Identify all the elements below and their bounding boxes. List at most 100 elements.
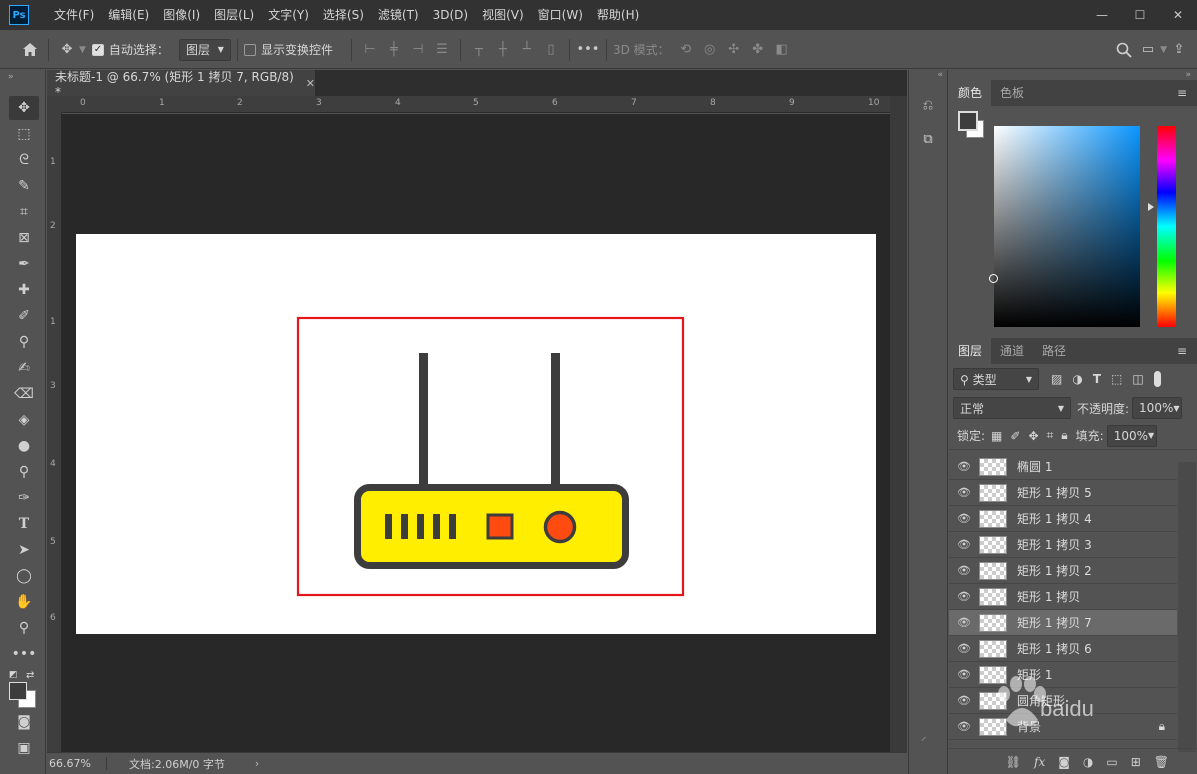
blend-mode-dropdown[interactable]: 正常 ▼ [953,397,1071,419]
fx-icon[interactable]: fx [1034,755,1045,769]
hue-slider[interactable] [1157,126,1176,327]
layer-row[interactable]: 👁︎ 矩形 1 拷贝 4 [949,506,1177,532]
foreground-color-swatch[interactable] [9,682,27,700]
color-field[interactable] [989,126,1140,327]
chevron-right-icon[interactable]: › [255,757,259,770]
layer-name[interactable]: 矩形 1 [1017,666,1052,683]
visibility-eye-icon[interactable]: 👁︎ [949,460,979,473]
auto-select-target-dropdown[interactable]: 图层 ▼ [178,38,231,61]
align-top-icon[interactable]: ┬ [467,38,491,62]
history-brush-tool-icon[interactable]: ✍ [9,356,39,380]
dodge-tool-icon[interactable]: ⚲ [9,460,39,484]
history-panel-icon[interactable]: ⎌ [915,92,941,118]
add-mask-icon[interactable]: ◙ [1058,755,1070,769]
minimize-button[interactable]: — [1083,4,1121,26]
align-left-icon[interactable]: ⊢ [358,38,382,62]
crop-tool-icon[interactable]: ⌗ [9,200,39,224]
menu-3d[interactable]: 3D(D) [426,0,475,30]
layer-name[interactable]: 椭圆 1 [1017,458,1052,475]
fill-input[interactable]: 100% ▼ [1106,424,1157,447]
layer-name[interactable]: 矩形 1 拷贝 5 [1017,484,1092,501]
document-tab[interactable]: 未标题-1 @ 66.7% (矩形 1 拷贝 7, RGB/8) * ✕ [47,70,315,99]
delete-layer-icon[interactable]: 🗑︎ [1154,755,1169,769]
adjustment-layer-icon[interactable]: ◑ [1083,755,1093,769]
clone-stamp-tool-icon[interactable]: ⚲ [9,330,39,354]
panel-menu-icon[interactable]: ≡ [1177,86,1187,100]
distribute-h-icon[interactable]: ☰ [430,38,454,62]
menu-type[interactable]: 文字(Y) [261,0,316,30]
type-tool-icon[interactable]: T [9,512,39,536]
quick-select-tool-icon[interactable]: ✎ [9,174,39,198]
menu-layer[interactable]: 图层(L) [207,0,261,30]
align-bottom-icon[interactable]: ┴ [515,38,539,62]
hue-slider-handle[interactable] [1148,203,1154,211]
brush-tool-icon[interactable]: ✐ [9,304,39,328]
layer-filter-dropdown[interactable]: ⚲ 类型 ▼ [953,368,1039,390]
menu-window[interactable]: 窗口(W) [531,0,590,30]
align-middle-icon[interactable]: ┼ [491,38,515,62]
3d-pan-icon[interactable]: ✣ [722,38,746,62]
3d-camera-icon[interactable]: ◧ [770,38,794,62]
filter-adjustment-icon[interactable]: ◑ [1072,372,1082,386]
menu-filter[interactable]: 滤镜(T) [371,0,426,30]
layer-name[interactable]: 矩形 1 拷贝 7 [1017,614,1092,631]
layer-name[interactable]: 矩形 1 拷贝 [1017,588,1080,605]
opacity-input[interactable]: 100% ▼ [1132,397,1183,419]
align-center-h-icon[interactable]: ╪ [382,38,406,62]
layer-row[interactable]: 👁︎ 背景 🔒︎ [949,714,1177,740]
panel-foreground-color-swatch[interactable] [958,111,978,131]
lock-artboard-icon[interactable]: ⌗ [1047,428,1054,443]
ruler-top[interactable]: 0 1 2 3 4 5 6 7 8 9 10 [62,96,890,113]
ruler-left[interactable]: 1 2 1 3 4 5 6 [47,113,62,752]
visibility-eye-icon[interactable]: 👁︎ [949,616,979,629]
pen-tool-icon[interactable]: ✑ [9,486,39,510]
visibility-eye-icon[interactable]: 👁︎ [949,590,979,603]
workspace-icon[interactable]: ▭ [1136,38,1160,62]
panel-menu-icon[interactable]: ≡ [1177,344,1187,358]
auto-select-checkbox[interactable]: ✓ [91,43,104,56]
chevron-down-icon[interactable]: ▼ [79,45,86,55]
layer-row[interactable]: 👁︎ 矩形 1 拷贝 5 [949,480,1177,506]
lock-image-icon[interactable]: ✐ [1010,429,1020,443]
maximize-button[interactable]: ☐ [1121,4,1159,26]
distribute-v-icon[interactable]: ▯ [539,38,563,62]
3d-roll-icon[interactable]: ◎ [698,38,722,62]
close-window-button[interactable]: ✕ [1159,4,1197,26]
tab-paths[interactable]: 路径 [1033,338,1075,364]
tab-color[interactable]: 颜色 [949,80,992,106]
eraser-tool-icon[interactable]: ⌫ [9,382,39,406]
layer-name[interactable]: 圆角矩形 [1017,692,1065,709]
menu-view[interactable]: 视图(V) [475,0,531,30]
link-layers-icon[interactable]: ⛓ [1006,755,1021,769]
menu-edit[interactable]: 编辑(E) [101,0,156,30]
layer-row[interactable]: 👁︎ 矩形 1 拷贝 6 [949,636,1177,662]
tab-layers[interactable]: 图层 [949,338,992,364]
visibility-eye-icon[interactable]: 👁︎ [949,668,979,681]
filter-smart-object-icon[interactable]: ◫ [1132,372,1143,386]
visibility-eye-icon[interactable]: 👁︎ [949,538,979,551]
collapse-arrows-icon[interactable]: « [909,70,947,84]
edit-toolbar-icon[interactable]: ••• [9,642,39,666]
layer-name[interactable]: 矩形 1 拷贝 3 [1017,536,1092,553]
collapse-arrows-icon[interactable]: » [949,70,1197,80]
eyedropper-tool-icon[interactable]: ✒ [9,252,39,276]
menu-help[interactable]: 帮助(H) [590,0,646,30]
layer-name[interactable]: 矩形 1 拷贝 6 [1017,640,1092,657]
color-picker-cursor[interactable] [989,274,998,283]
lock-position-icon[interactable]: ✥ [1028,429,1038,443]
move-tool-icon[interactable]: ✥ [55,38,79,62]
menu-file[interactable]: 文件(F) [47,0,101,30]
close-tab-icon[interactable]: ✕ [306,77,315,90]
document-canvas[interactable] [76,234,876,634]
path-select-tool-icon[interactable]: ➤ [9,538,39,562]
layers-scrollbar[interactable] [1178,462,1196,752]
home-icon[interactable] [18,38,42,62]
layer-name[interactable]: 背景 [1017,718,1041,735]
visibility-eye-icon[interactable]: 👁︎ [949,642,979,655]
layer-row[interactable]: 👁︎ 矩形 1 拷贝 7 [949,610,1177,636]
paint-bucket-tool-icon[interactable]: ◈ [9,408,39,432]
hand-tool-icon[interactable]: ✋ [9,590,39,614]
chevron-down-icon[interactable]: ▼ [1160,45,1167,55]
quick-mask-icon[interactable]: ◙ [9,710,39,734]
align-right-icon[interactable]: ⊣ [406,38,430,62]
